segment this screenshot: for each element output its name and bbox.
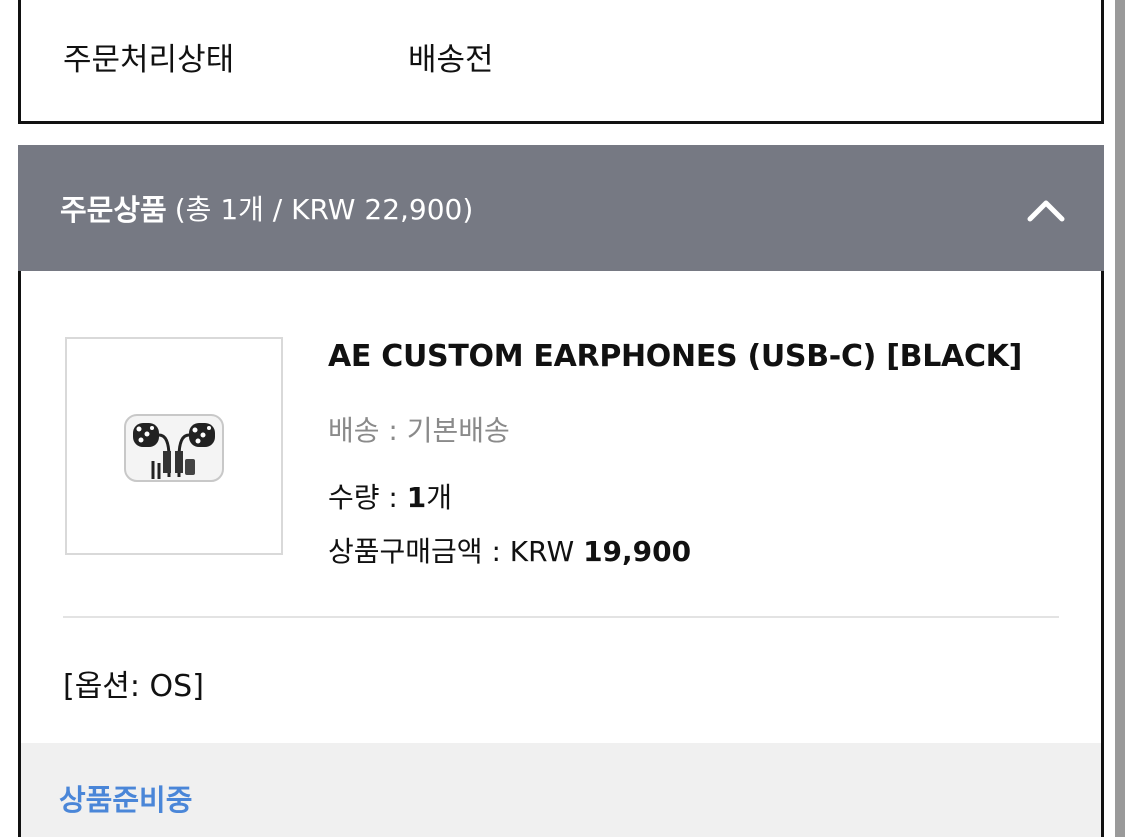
order-items-title: 주문상품: [60, 193, 167, 227]
product-name[interactable]: AE CUSTOM EARPHONES (USB-C) [BLACK]: [328, 339, 1022, 374]
quantity-label: 수량 :: [328, 481, 407, 514]
order-items-summary: (총 1개 / KRW 22,900): [174, 193, 474, 226]
order-detail-page: 주문처리상태 배송전 주문상품 (총 1개 / KRW 22,900) AE C…: [0, 0, 1125, 837]
quantity-value: 1: [406, 481, 427, 514]
shipping-info: 배송 : 기본배송: [328, 409, 510, 449]
quantity-unit: 개: [426, 481, 453, 514]
product-thumbnail[interactable]: [65, 337, 283, 555]
shipping-label: 배송 :: [328, 414, 407, 447]
item-status-bar: 상품준비중: [21, 743, 1101, 837]
purchase-amount: 상품구매금액 : KRW 19,900: [328, 530, 691, 570]
chevron-up-icon: [1027, 200, 1065, 222]
collapse-button[interactable]: [1024, 187, 1068, 231]
quantity-info: 수량 : 1개: [328, 476, 452, 516]
order-status-box: 주문처리상태 배송전: [18, 0, 1104, 124]
product-option: [옵션: OS]: [63, 669, 204, 704]
order-status-label: 주문처리상태: [63, 42, 235, 78]
price-label: 상품구매금액 :: [328, 535, 510, 568]
item-prep-status: 상품준비중: [59, 783, 193, 817]
price-currency: KRW: [509, 535, 584, 568]
scrollbar-rail[interactable]: [1115, 0, 1125, 837]
earphones-image: [124, 414, 224, 482]
divider: [63, 616, 1059, 618]
order-status-value: 배송전: [408, 42, 494, 78]
order-items-header[interactable]: 주문상품 (총 1개 / KRW 22,900): [18, 145, 1104, 271]
shipping-value: 기본배송: [406, 414, 510, 447]
price-value: 19,900: [583, 535, 692, 568]
order-items-body: AE CUSTOM EARPHONES (USB-C) [BLACK] 배송 :…: [18, 271, 1104, 837]
